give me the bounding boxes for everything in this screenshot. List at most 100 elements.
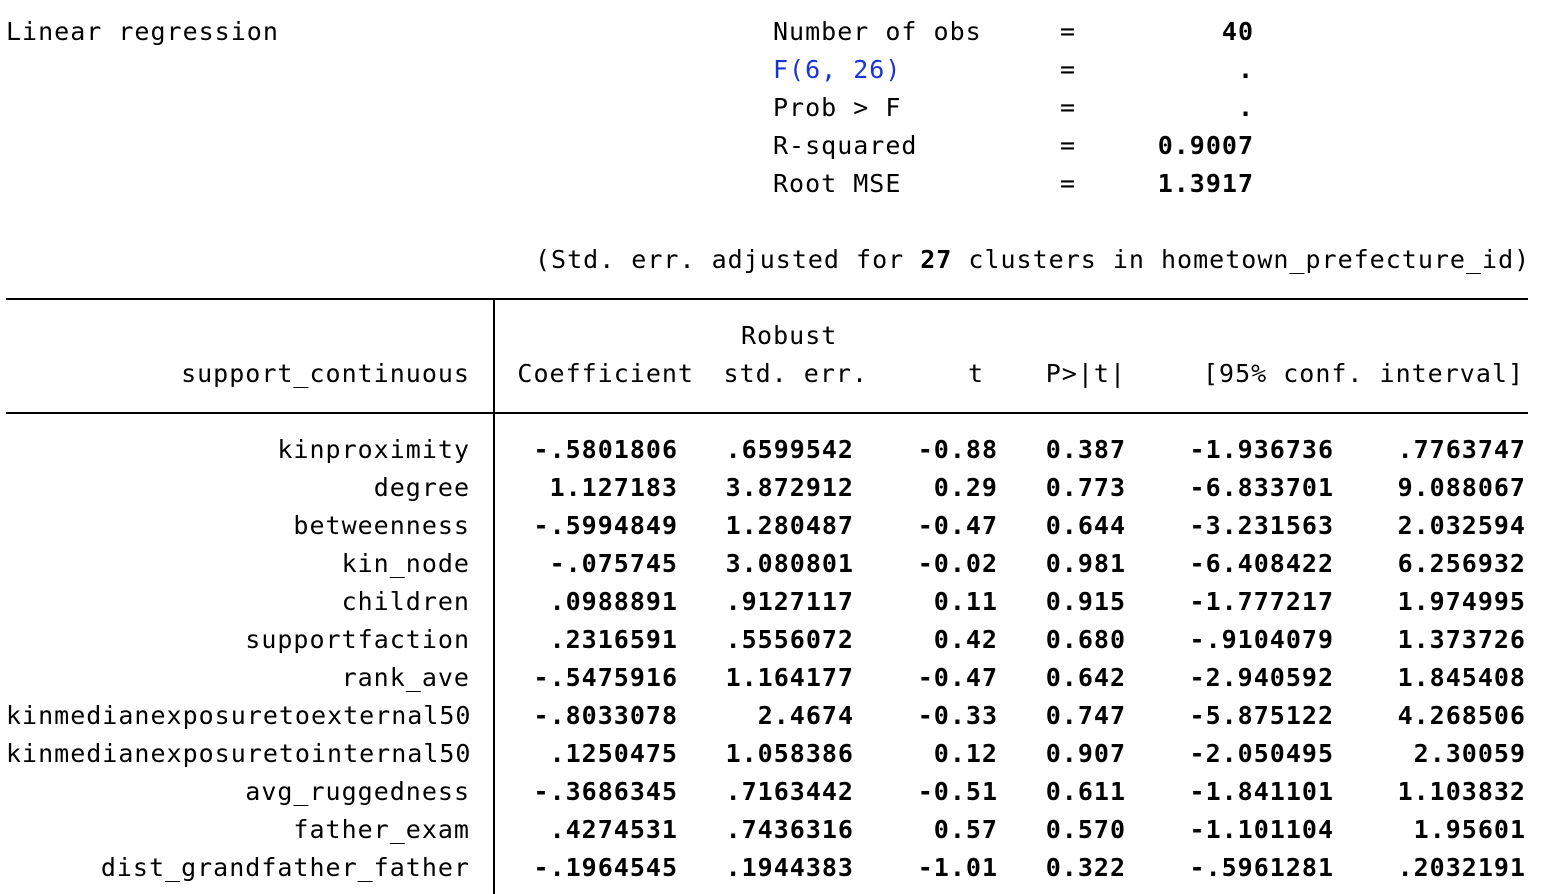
row-ci-high: 4.268506 (1397, 701, 1526, 730)
stat-value: 0.9007 (1157, 131, 1254, 160)
cluster-note-prefix: (Std. err. adjusted for (535, 245, 921, 274)
row-se: .7436316 (725, 815, 854, 844)
row-varname: dist_grandfather_father (100, 853, 470, 882)
cluster-note: (Std. err. adjusted for 27 clusters in h… (535, 241, 1530, 279)
row-coef: -.8033078 (533, 701, 678, 730)
row-se: .1944383 (725, 853, 854, 882)
stat-equals: = (1060, 93, 1077, 122)
row-ci-low: -.9104079 (1189, 625, 1334, 654)
row-p: 0.680 (1045, 625, 1126, 654)
row-ci-low: -1.777217 (1189, 587, 1334, 616)
stat-value: 1.3917 (1157, 169, 1254, 198)
row-t: 0.11 (933, 587, 998, 616)
row-t: -0.51 (917, 777, 998, 806)
row-coef: .2316591 (549, 625, 678, 654)
row-p: 0.644 (1045, 511, 1126, 540)
row-p: 0.322 (1045, 853, 1126, 882)
row-se: 3.080801 (725, 549, 854, 578)
row-ci-high: .7763747 (1397, 435, 1526, 464)
stat-label: Prob > F (773, 93, 902, 122)
stat-value: 40 (1221, 17, 1254, 46)
row-p: 0.570 (1045, 815, 1126, 844)
row-varname: kin_node (341, 549, 470, 578)
row-ci-low: -6.833701 (1189, 473, 1334, 502)
row-ci-high: 2.30059 (1413, 739, 1526, 768)
table-divider (493, 298, 495, 894)
row-ci-high: 2.032594 (1397, 511, 1526, 540)
row-varname: kinmedianexposuretoexternal50 (6, 701, 472, 730)
stat-equals: = (1060, 17, 1077, 46)
stat-equals: = (1060, 169, 1077, 198)
row-p: 0.642 (1045, 663, 1126, 692)
row-t: -0.47 (917, 511, 998, 540)
row-se: .5556072 (725, 625, 854, 654)
row-coef: -.075745 (549, 549, 678, 578)
row-ci-low: -1.101104 (1189, 815, 1334, 844)
row-ci-high: 1.373726 (1397, 625, 1526, 654)
header-depvar: support_continuous (181, 359, 470, 388)
row-t: -0.88 (917, 435, 998, 464)
row-ci-low: -2.940592 (1189, 663, 1334, 692)
row-se: .9127117 (725, 587, 854, 616)
row-varname: supportfaction (245, 625, 470, 654)
row-se: 3.872912 (725, 473, 854, 502)
row-varname: children (341, 587, 470, 616)
row-se: 2.4674 (757, 701, 854, 730)
row-t: -0.47 (917, 663, 998, 692)
row-coef: .4274531 (549, 815, 678, 844)
row-coef: -.3686345 (533, 777, 678, 806)
row-ci-low: -2.050495 (1189, 739, 1334, 768)
row-coef: -.5994849 (533, 511, 678, 540)
row-ci-low: -6.408422 (1189, 549, 1334, 578)
row-se: 1.164177 (725, 663, 854, 692)
row-varname: degree (373, 473, 470, 502)
row-ci-low: -1.936736 (1189, 435, 1334, 464)
row-coef: .0988891 (549, 587, 678, 616)
row-varname: avg_ruggedness (245, 777, 470, 806)
stata-output-window: { "title": "Linear regression", "stats":… (0, 0, 1552, 894)
row-ci-high: 1.95601 (1413, 815, 1526, 844)
row-varname: kinmedianexposuretointernal50 (6, 739, 472, 768)
row-coef: -.1964545 (533, 853, 678, 882)
table-top-rule (6, 298, 1528, 300)
row-t: -0.33 (917, 701, 998, 730)
header-coef: Coefficient (517, 359, 694, 388)
row-ci-low: -.5961281 (1189, 853, 1334, 882)
row-p: 0.747 (1045, 701, 1126, 730)
row-p: 0.981 (1045, 549, 1126, 578)
row-t: -1.01 (917, 853, 998, 882)
row-ci-low: -1.841101 (1189, 777, 1334, 806)
stat-equals: = (1060, 131, 1077, 160)
row-coef: .1250475 (549, 739, 678, 768)
header-ci: [95% conf. interval] (1202, 359, 1524, 388)
row-coef: -.5801806 (533, 435, 678, 464)
row-varname: betweenness (293, 511, 470, 540)
header-t: t (967, 359, 984, 388)
row-se: 1.280487 (725, 511, 854, 540)
header-robust: Robust (741, 321, 838, 350)
stat-value: . (1237, 55, 1254, 84)
row-coef: -.5475916 (533, 663, 678, 692)
row-se: 1.058386 (725, 739, 854, 768)
header-se: std. err. (723, 359, 868, 388)
row-ci-high: .2032191 (1397, 853, 1526, 882)
row-t: 0.12 (933, 739, 998, 768)
row-t: 0.57 (933, 815, 998, 844)
row-se: .6599542 (725, 435, 854, 464)
row-varname: kinproximity (277, 435, 470, 464)
row-t: 0.42 (933, 625, 998, 654)
stat-value: . (1237, 93, 1254, 122)
stat-label: R-squared (773, 131, 918, 160)
row-p: 0.611 (1045, 777, 1126, 806)
row-ci-low: -3.231563 (1189, 511, 1334, 540)
row-ci-high: 6.256932 (1397, 549, 1526, 578)
row-t: 0.29 (933, 473, 998, 502)
row-p: 0.387 (1045, 435, 1126, 464)
stat-label[interactable]: F(6, 26) (773, 51, 901, 89)
row-varname: rank_ave (341, 663, 470, 692)
row-p: 0.773 (1045, 473, 1126, 502)
stat-label: Root MSE (773, 169, 902, 198)
row-varname: father_exam (293, 815, 470, 844)
row-ci-high: 1.103832 (1397, 777, 1526, 806)
row-se: .7163442 (725, 777, 854, 806)
